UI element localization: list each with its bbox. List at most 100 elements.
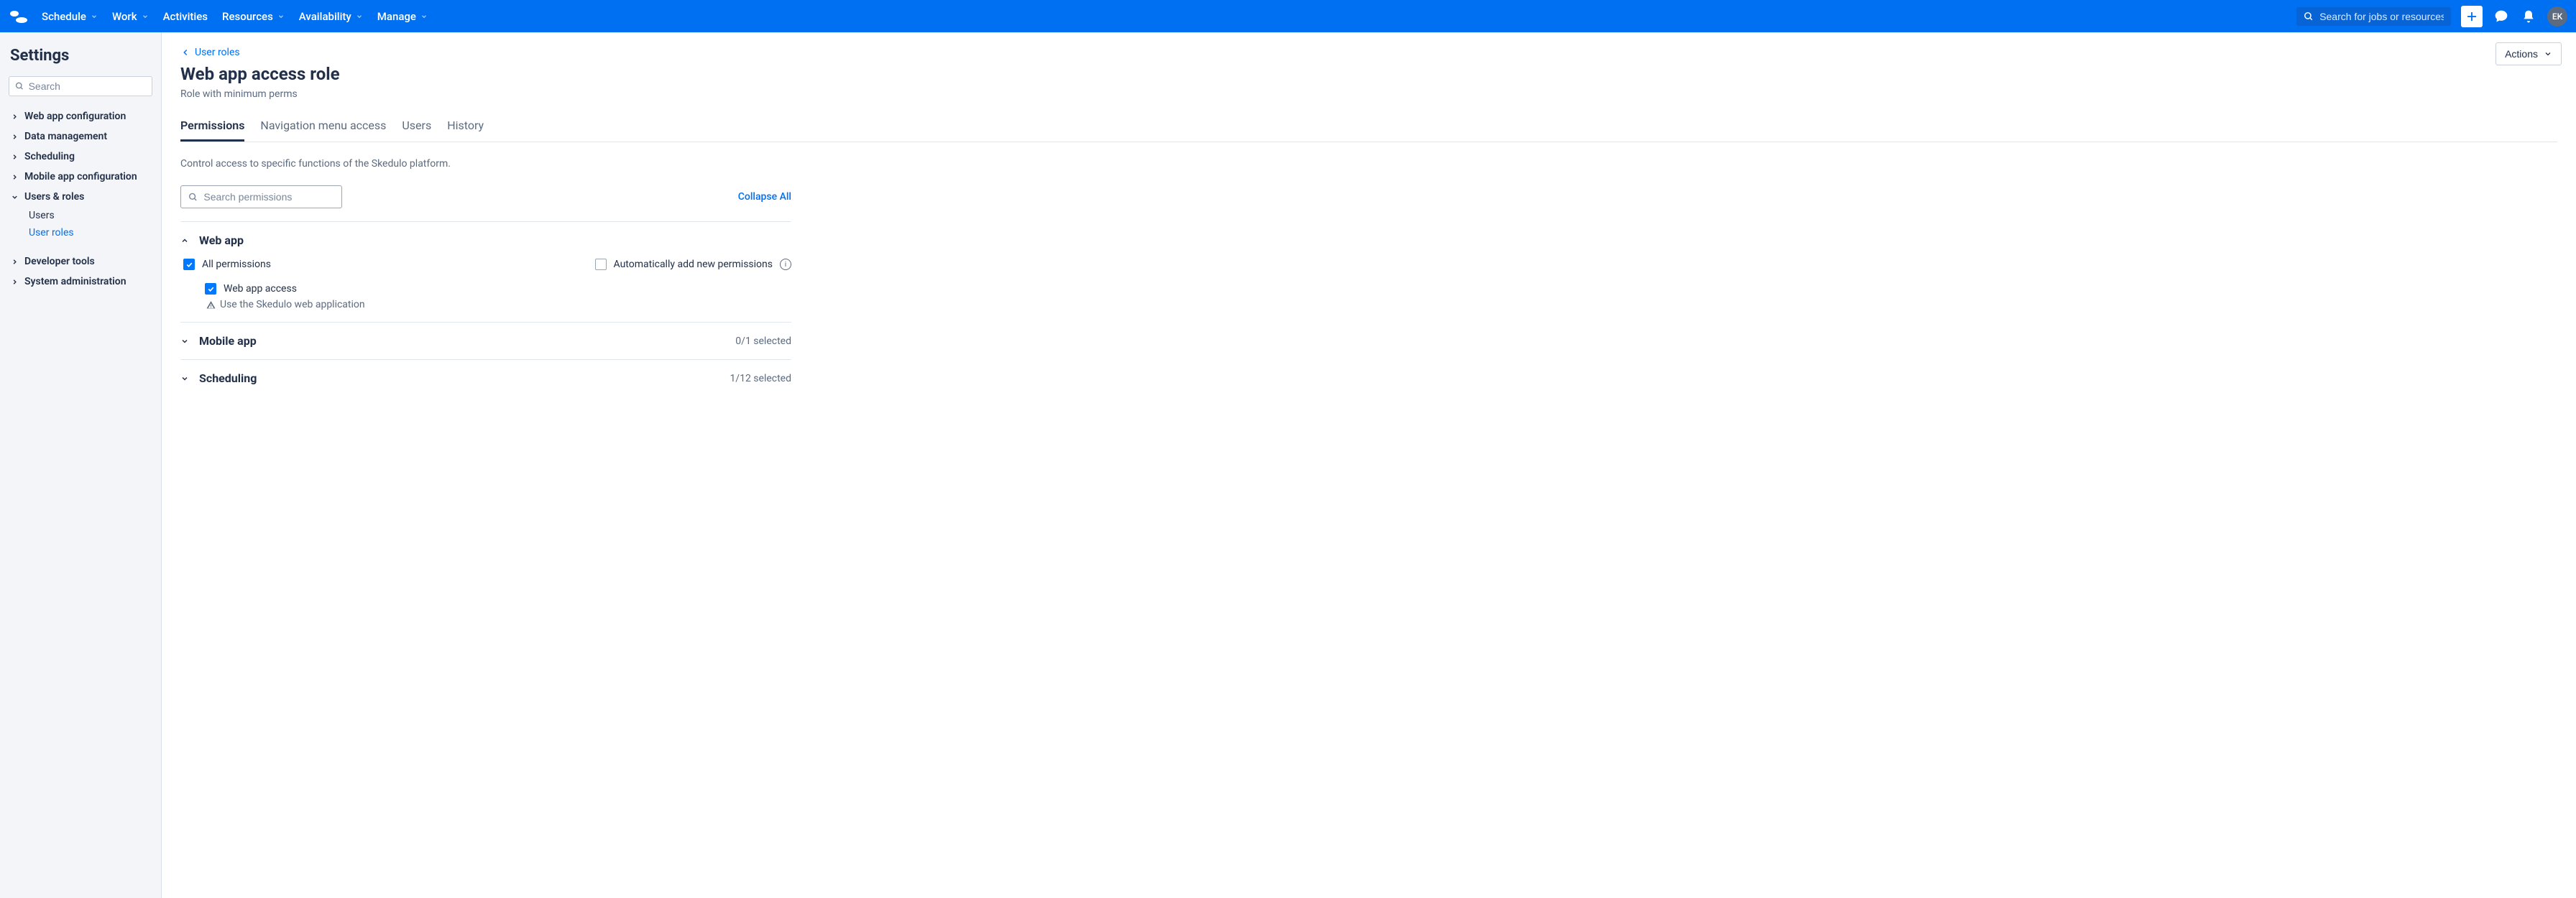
global-search-input[interactable] xyxy=(2319,11,2444,22)
user-avatar[interactable]: EK xyxy=(2547,6,2567,27)
perm-section-title: Scheduling xyxy=(199,371,721,385)
settings-sidebar: Settings Web app configuration Data manag… xyxy=(0,32,162,898)
chevron-down-icon xyxy=(180,337,190,346)
sidebar-group-web-app-configuration[interactable]: Web app configuration xyxy=(9,106,152,126)
notifications-button[interactable] xyxy=(2520,8,2537,25)
sidebar-search-input[interactable] xyxy=(29,80,146,92)
perm-section-scheduling: Scheduling1/12 selected xyxy=(180,359,791,397)
sidebar-group-system-administration[interactable]: System administration xyxy=(9,272,152,292)
top-nav: Schedule Work Activities Resources Availabil… xyxy=(0,0,2576,32)
perm-item-checkbox[interactable] xyxy=(205,283,216,295)
sidebar-group-label: Scheduling xyxy=(24,151,75,162)
nav-items: Schedule Work Activities Resources Availabil… xyxy=(42,10,2296,23)
plus-icon xyxy=(2465,10,2478,23)
tab-users[interactable]: Users xyxy=(402,119,431,142)
nav-item-schedule[interactable]: Schedule xyxy=(42,10,98,23)
all-permissions-checkbox[interactable] xyxy=(183,259,195,270)
chevron-right-icon xyxy=(10,258,19,266)
actions-label: Actions xyxy=(2505,48,2538,60)
global-search[interactable] xyxy=(2296,7,2451,26)
chevron-right-icon xyxy=(10,173,19,181)
perm-section-title: Mobile app xyxy=(199,334,727,348)
permission-search[interactable] xyxy=(180,185,342,208)
chat-button[interactable] xyxy=(2493,8,2510,25)
chevron-left-icon xyxy=(180,47,190,57)
nav-item-work[interactable]: Work xyxy=(112,10,149,23)
intro-text: Control access to specific functions of … xyxy=(180,158,2557,170)
auto-add-checkbox[interactable] xyxy=(595,259,607,270)
chevron-down-icon xyxy=(91,10,98,23)
sidebar-group-label: Web app configuration xyxy=(24,111,126,122)
create-button[interactable] xyxy=(2461,6,2483,27)
sidebar-group-label: Users & roles xyxy=(24,191,84,203)
sidebar-group-users-roles[interactable]: Users & roles xyxy=(9,187,152,207)
sidebar-group-data-management[interactable]: Data management xyxy=(9,126,152,147)
permission-sections: Web app All permissions Automatically add … xyxy=(180,221,2557,397)
brand-logo[interactable] xyxy=(9,6,29,27)
perm-section-header[interactable]: Mobile app 0/1 selected xyxy=(180,334,791,348)
collapse-all-link[interactable]: Collapse All xyxy=(738,191,791,203)
perm-section-header[interactable]: Web app xyxy=(180,233,791,247)
tab-history[interactable]: History xyxy=(447,119,484,142)
search-icon xyxy=(15,81,24,91)
sidebar-tree: Web app configuration Data management Sche… xyxy=(9,106,152,292)
search-icon xyxy=(2304,11,2314,22)
sidebar-item-user-roles[interactable]: User roles xyxy=(9,224,152,241)
chevron-right-icon xyxy=(10,278,19,286)
sidebar-group-developer-tools[interactable]: Developer tools xyxy=(9,251,152,272)
nav-item-label: Activities xyxy=(163,10,208,23)
breadcrumb-label: User roles xyxy=(195,47,240,58)
page-title: Web app access role xyxy=(180,64,340,84)
warning-icon xyxy=(206,300,216,310)
sidebar-search[interactable] xyxy=(9,76,152,96)
info-icon[interactable]: i xyxy=(780,259,791,270)
chevron-right-icon xyxy=(10,133,19,141)
perm-section-header[interactable]: Scheduling1/12 selected xyxy=(180,371,791,385)
tab-navigation-menu-access[interactable]: Navigation menu access xyxy=(260,119,386,142)
nav-item-resources[interactable]: Resources xyxy=(222,10,285,23)
nav-item-label: Work xyxy=(112,10,137,23)
perm-section-title: Web app xyxy=(199,233,791,247)
chevron-down-icon xyxy=(180,374,190,383)
tabs: Permissions Navigation menu access Users Hi… xyxy=(180,119,2557,142)
chevron-right-icon xyxy=(10,113,19,121)
chevron-down-icon xyxy=(277,10,285,23)
perm-item: Web app access Use the Skedulo web applic… xyxy=(180,283,791,310)
nav-item-label: Availability xyxy=(299,10,351,23)
sidebar-group-label: Data management xyxy=(24,131,107,142)
sidebar-group-label: Developer tools xyxy=(24,256,95,267)
tab-permissions[interactable]: Permissions xyxy=(180,119,244,142)
perm-section-web-app: Web app All permissions Automatically add … xyxy=(180,221,791,322)
bell-icon xyxy=(2521,9,2536,24)
chevron-down-icon xyxy=(2544,50,2552,58)
sidebar-group-mobile-app-configuration[interactable]: Mobile app configuration xyxy=(9,167,152,187)
sidebar-group-label: Mobile app configuration xyxy=(24,171,137,182)
perm-section-count: 0/1 selected xyxy=(735,335,791,347)
page-description: Role with minimum perms xyxy=(180,88,340,100)
nav-item-label: Manage xyxy=(377,10,416,23)
search-icon xyxy=(188,192,198,203)
sidebar-group-label: System administration xyxy=(24,276,126,287)
perm-item-description: Use the Skedulo web application xyxy=(205,299,791,310)
sidebar-group-scheduling[interactable]: Scheduling xyxy=(9,147,152,167)
nav-item-activities[interactable]: Activities xyxy=(163,10,208,23)
permission-search-input[interactable] xyxy=(203,191,334,203)
actions-button[interactable]: Actions xyxy=(2496,42,2562,65)
auto-add-label: Automatically add new permissions xyxy=(614,259,773,270)
perm-section-mobile-app: Mobile app 0/1 selected xyxy=(180,322,791,359)
nav-item-availability[interactable]: Availability xyxy=(299,10,363,23)
nav-item-label: Schedule xyxy=(42,10,86,23)
nav-item-manage[interactable]: Manage xyxy=(377,10,428,23)
nav-item-label: Resources xyxy=(222,10,273,23)
main-content: Actions User roles Web app access role R… xyxy=(162,32,2576,898)
chevron-down-icon xyxy=(420,10,428,23)
chevron-up-icon xyxy=(180,236,190,245)
perm-item-title: Web app access xyxy=(224,283,297,295)
chevron-down-icon xyxy=(356,10,363,23)
sidebar-title: Settings xyxy=(9,47,152,65)
breadcrumb[interactable]: User roles xyxy=(180,47,2557,58)
all-permissions-label: All permissions xyxy=(202,259,271,270)
top-right: EK xyxy=(2296,6,2567,27)
sidebar-item-users[interactable]: Users xyxy=(9,207,152,224)
perm-section-options: All permissions Automatically add new per… xyxy=(180,259,791,270)
